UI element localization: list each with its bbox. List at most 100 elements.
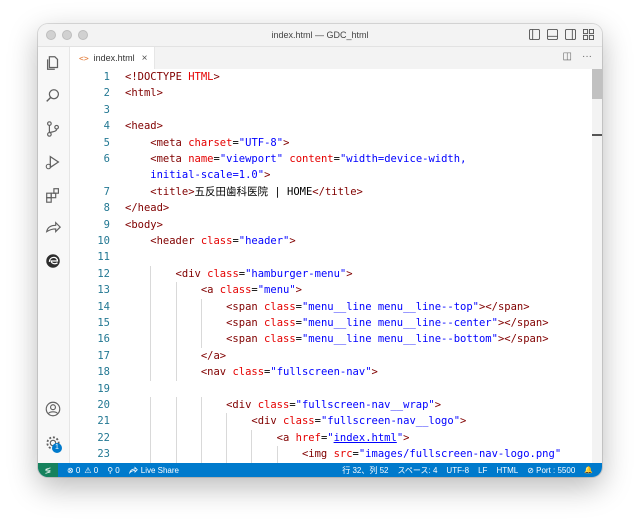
code-line[interactable]: 15 <span class="menu__line menu__line--ce… (70, 315, 602, 332)
line-number: 14 (97, 300, 110, 313)
indentation-space (125, 446, 302, 462)
code-token: </head> (125, 202, 170, 215)
code-token[interactable]: index.html (334, 432, 397, 444)
ports-indicator[interactable]: ⚲ 0 (107, 466, 120, 475)
code-line[interactable]: 22 <a href="index.html"> (70, 429, 602, 447)
customize-layout-icon[interactable] (583, 29, 594, 40)
code-line[interactable]: 19 (70, 381, 602, 397)
code-line[interactable]: 6 <meta name="viewport" content="width=de… (70, 151, 602, 167)
code-line[interactable]: 1 <!DOCTYPE HTML> (70, 69, 602, 85)
tab-close-icon[interactable]: × (142, 53, 148, 64)
code-line[interactable]: 12 <div class="hamburger-menu"> (70, 265, 602, 283)
code-token: <head> (125, 120, 163, 133)
zoom-window-button[interactable] (78, 30, 88, 40)
close-window-button[interactable] (46, 30, 56, 40)
code-token: "fullscreen-nav" (270, 366, 372, 379)
code-line[interactable]: 16 <span class="menu__line menu__line--bo… (70, 331, 602, 348)
indentation-space (125, 184, 150, 200)
code-text: <title>五反田歯科医院 | HOME</title> (125, 184, 363, 200)
indentation-space (125, 167, 150, 183)
code-line[interactable]: 20 <div class="fullscreen-nav__wrap"> (70, 397, 602, 414)
split-editor-icon[interactable]: ◫ (563, 51, 572, 62)
code-line[interactable]: 10 <header class="header"> (70, 233, 602, 249)
update-badge: 1 (52, 443, 62, 453)
code-text: <html> (125, 85, 163, 101)
file-encoding[interactable]: UTF-8 (446, 466, 469, 475)
toggle-panel-icon[interactable] (547, 29, 558, 40)
toggle-secondary-sidebar-icon[interactable] (565, 29, 576, 40)
code-line[interactable]: 3 (70, 102, 602, 118)
live-share-status[interactable]: Live Share (128, 466, 179, 475)
search-icon[interactable] (43, 86, 63, 106)
line-number: 22 (97, 431, 110, 444)
code-line[interactable]: 7 <title>五反田歯科医院 | HOME</title> (70, 184, 602, 200)
explorer-icon[interactable] (43, 53, 63, 73)
code-line[interactable]: 18 <nav class="fullscreen-nav"> (70, 364, 602, 381)
end-of-line[interactable]: LF (478, 466, 487, 475)
code-token: class (283, 415, 315, 428)
remote-indicator[interactable]: ≶ (38, 463, 58, 477)
scrollbar-thumb[interactable] (592, 69, 602, 99)
line-number: 11 (97, 251, 110, 264)
code-token: content (289, 153, 334, 165)
language-mode[interactable]: HTML (496, 466, 518, 475)
html-file-icon: <> (79, 53, 89, 63)
code-text: <nav class="fullscreen-nav"> (125, 364, 378, 380)
code-token: <div (226, 399, 258, 411)
layout-controls (529, 29, 594, 40)
accounts-icon[interactable] (43, 399, 63, 419)
edge-devtools-icon[interactable] (43, 251, 63, 271)
code-token: class (264, 317, 296, 329)
code-line[interactable]: initial-scale=1.0"> (70, 167, 602, 183)
line-number: 16 (97, 333, 110, 346)
indentation-space (125, 135, 150, 151)
code-line[interactable]: 21 <div class="fullscreen-nav__logo"> (70, 413, 602, 430)
title-bar: index.html — GDC_html (38, 24, 602, 47)
code-line[interactable]: 9 <body> (70, 217, 602, 233)
problems-warnings[interactable]: ⚠ 0 (84, 466, 98, 475)
extensions-icon[interactable] (43, 185, 63, 205)
code-token: 五反田歯科医院 | HOME (194, 185, 313, 198)
source-control-icon[interactable] (43, 119, 63, 139)
code-token: "viewport" (219, 153, 284, 165)
indentation-space (125, 430, 277, 446)
tab-index-html[interactable]: <> index.html × (70, 47, 155, 69)
code-line[interactable]: 23 <img src="images/fullscreen-nav-logo.p… (70, 446, 602, 463)
code-text: <span class="menu__line menu__line--bott… (125, 331, 548, 347)
problems-errors[interactable]: ⊗ 0 (67, 466, 80, 475)
code-line[interactable]: 5 <meta charset="UTF-8"> (70, 135, 602, 151)
code-token: "menu__line menu__line--top" (301, 300, 479, 313)
vertical-scrollbar[interactable] (592, 69, 602, 463)
indentation[interactable]: スペース: 4 (397, 465, 437, 476)
code-text: <span class="menu__line menu__line--cent… (125, 315, 548, 331)
code-text: <div class="fullscreen-nav__wrap"> (125, 397, 441, 413)
manage-gear-icon[interactable]: 1 (43, 433, 63, 453)
code-line[interactable]: 14 <span class="menu__line menu__line--to… (70, 298, 602, 315)
more-actions-icon[interactable]: ··· (582, 51, 592, 62)
code-token: <a (200, 284, 220, 297)
code-line[interactable]: 2 <html> (70, 85, 602, 101)
run-and-debug-icon[interactable] (43, 152, 63, 172)
code-token: "fullscreen-nav__wrap" (295, 399, 435, 411)
live-server-port[interactable]: ⊘ Port : 5500 (527, 466, 575, 475)
cursor-position-marker (592, 134, 602, 136)
notifications-bell-icon[interactable]: 🔔 (584, 466, 593, 474)
code-token: <meta (150, 153, 189, 165)
code-line[interactable]: 8 </head> (70, 200, 602, 216)
code-token: <nav (200, 366, 233, 379)
code-text: <head> (125, 118, 163, 134)
minimize-window-button[interactable] (62, 30, 72, 40)
window-title: index.html — GDC_html (271, 30, 369, 40)
code-token: "menu__line menu__line--center" (301, 317, 498, 329)
code-line[interactable]: 13 <a class="menu"> (70, 282, 602, 299)
code-line[interactable]: 4 <head> (70, 118, 602, 134)
code-token: > (371, 366, 378, 379)
code-line[interactable]: 11 (70, 249, 602, 265)
indentation-space (125, 348, 201, 364)
code-line[interactable]: 17 </a> (70, 347, 602, 365)
code-editor[interactable]: 1 <!DOCTYPE HTML> 2 <html> 3 4 <head> 5 <meta ch… (70, 69, 602, 463)
cursor-position[interactable]: 行 32、列 52 (342, 465, 388, 476)
code-token: <html> (125, 87, 163, 100)
live-share-icon[interactable] (43, 218, 63, 238)
toggle-primary-sidebar-icon[interactable] (529, 29, 540, 40)
